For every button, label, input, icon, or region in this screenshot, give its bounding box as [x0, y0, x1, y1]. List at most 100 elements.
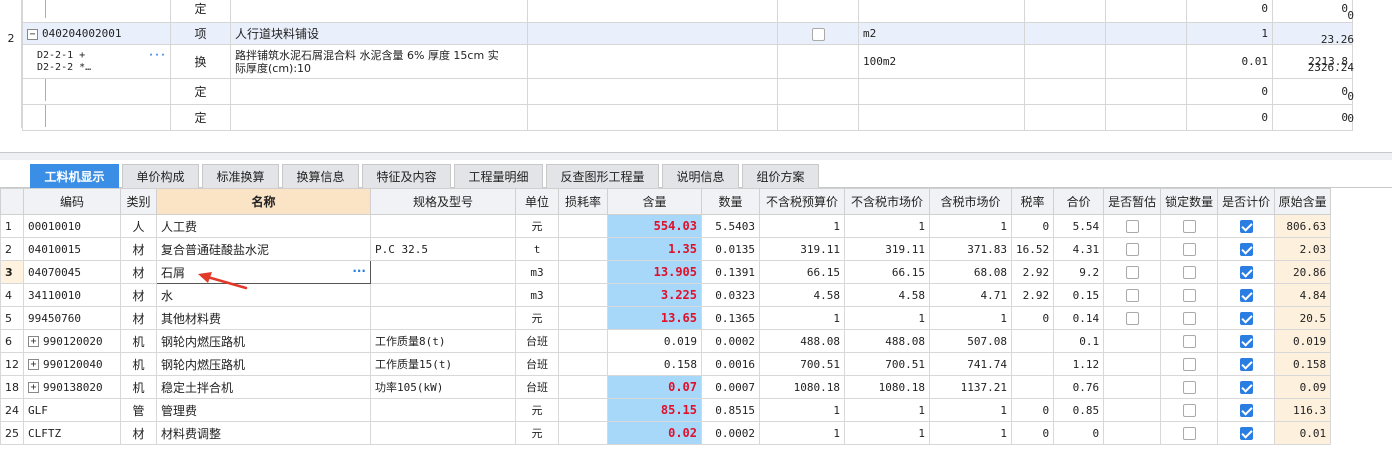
content-cell[interactable]: 0.07	[607, 375, 702, 399]
content-cell[interactable]: 3.225	[607, 283, 702, 307]
code-cell[interactable]: CLFTZ	[23, 421, 121, 445]
estimate-checkbox[interactable]	[1125, 312, 1139, 325]
tax-market-price-cell[interactable]: 4.71	[929, 283, 1012, 307]
unit-cell[interactable]: 台班	[515, 329, 559, 353]
budget-price-cell[interactable]: 319.11	[759, 237, 845, 261]
market-price-cell[interactable]: 1080.18	[844, 375, 930, 399]
market-price-cell[interactable]: 1	[844, 306, 930, 330]
unit-cell[interactable]: m3	[515, 260, 559, 284]
amount-cell[interactable]: 0.0323	[701, 283, 760, 307]
lock-checkbox[interactable]	[1182, 427, 1196, 440]
row-number[interactable]: 2	[0, 237, 24, 261]
code-edit-cell[interactable]: ··· D2-2-1 + D2-2-2 *…	[22, 44, 171, 79]
tab-conversion-info[interactable]: 换算信息	[282, 164, 359, 188]
collapse-icon[interactable]: −	[27, 28, 38, 40]
tax-rate-cell[interactable]: 2.92	[1010, 283, 1055, 307]
priced-checkbox[interactable]	[1239, 358, 1253, 371]
code-cell[interactable]: 04070045	[23, 260, 121, 284]
market-price-cell[interactable]: 1	[844, 214, 930, 238]
tax-market-price-cell[interactable]: 1137.21	[929, 375, 1012, 399]
estimate-checkbox[interactable]	[1125, 243, 1139, 256]
total-cell[interactable]: 5.54	[1053, 214, 1105, 238]
priced-checkbox[interactable]	[1239, 243, 1253, 256]
col-header[interactable]: 单位	[515, 188, 559, 215]
unit-cell[interactable]: m3	[515, 283, 559, 307]
estimate-checkbox[interactable]	[1125, 289, 1139, 302]
tax-rate-cell[interactable]: 2.92	[1010, 260, 1055, 284]
tax-market-price-cell[interactable]: 371.83	[929, 237, 1012, 261]
code-cell[interactable]: 04010015	[23, 237, 121, 261]
spec-cell[interactable]: 工作质量15(t)	[370, 352, 516, 376]
market-price-cell[interactable]: 700.51	[844, 352, 930, 376]
tax-market-price-cell[interactable]: 741.74	[929, 352, 1012, 376]
name-cell[interactable]: ··· 石屑	[156, 260, 371, 284]
tab-reverse-lookup[interactable]: 反查图形工程量	[546, 164, 659, 188]
spec-cell[interactable]	[370, 421, 516, 445]
lock-checkbox[interactable]	[1182, 404, 1196, 417]
unit-cell[interactable]: 元	[515, 306, 559, 330]
total-cell[interactable]: 0.15	[1053, 283, 1105, 307]
original-content-cell[interactable]: 116.3	[1274, 398, 1332, 422]
col-header[interactable]: 数量	[701, 188, 760, 215]
category-cell[interactable]: 人	[120, 214, 157, 238]
upper-row[interactable]: 定 0 0	[22, 104, 1353, 131]
tab-quantity-detail[interactable]: 工程量明细	[454, 164, 543, 188]
amount-cell[interactable]: 0.0002	[701, 421, 760, 445]
name-cell[interactable]: 人工费	[156, 214, 371, 238]
unit-cell[interactable]: 台班	[515, 352, 559, 376]
total-cell[interactable]: 0.76	[1053, 375, 1105, 399]
col-header[interactable]: 合价	[1053, 188, 1105, 215]
tab-features[interactable]: 特征及内容	[362, 164, 451, 188]
tax-rate-cell[interactable]	[1010, 329, 1055, 353]
spec-cell[interactable]: 功率105(kW)	[370, 375, 516, 399]
total-cell[interactable]: 0.1	[1053, 329, 1105, 353]
code-cell[interactable]: 99450760	[23, 306, 121, 330]
name-cell[interactable]: 材料费调整	[156, 421, 371, 445]
category-cell[interactable]: 机	[120, 375, 157, 399]
tab-standard-conversion[interactable]: 标准换算	[202, 164, 279, 188]
loss-rate-cell[interactable]	[558, 214, 608, 238]
original-content-cell[interactable]: 0.158	[1274, 352, 1332, 376]
original-content-cell[interactable]: 20.5	[1274, 306, 1332, 330]
row-number[interactable]: 24	[0, 398, 24, 422]
estimate-checkbox[interactable]	[1125, 266, 1139, 279]
upper-row[interactable]: 定 0 0	[22, 78, 1353, 105]
col-header[interactable]: 类别	[120, 188, 157, 215]
code-cell[interactable]: +990120040	[23, 352, 121, 376]
lock-checkbox[interactable]	[1182, 358, 1196, 371]
original-content-cell[interactable]: 4.84	[1274, 283, 1332, 307]
priced-checkbox[interactable]	[1239, 312, 1253, 325]
name-cell[interactable]: 稳定土拌合机	[156, 375, 371, 399]
tax-market-price-cell[interactable]: 1	[929, 214, 1012, 238]
lock-checkbox[interactable]	[1182, 220, 1196, 233]
category-cell[interactable]: 材	[120, 237, 157, 261]
loss-rate-cell[interactable]	[558, 421, 608, 445]
expand-icon[interactable]: +	[28, 336, 39, 347]
col-header[interactable]: 规格及型号	[370, 188, 516, 215]
total-cell[interactable]: 0.14	[1053, 306, 1105, 330]
unit-cell[interactable]: t	[515, 237, 559, 261]
loss-rate-cell[interactable]	[558, 352, 608, 376]
loss-rate-cell[interactable]	[558, 375, 608, 399]
pane-splitter[interactable]	[0, 152, 1392, 160]
col-header[interactable]: 名称	[156, 188, 371, 215]
category-cell[interactable]: 材	[120, 283, 157, 307]
content-cell[interactable]: 0.019	[607, 329, 702, 353]
col-header[interactable]: 税率	[1010, 188, 1055, 215]
category-cell[interactable]: 机	[120, 329, 157, 353]
tax-market-price-cell[interactable]: 68.08	[929, 260, 1012, 284]
content-cell[interactable]: 554.03	[607, 214, 702, 238]
name-cell[interactable]: 复合普通硅酸盐水泥	[156, 237, 371, 261]
row-number[interactable]: 3	[0, 260, 24, 284]
row-number[interactable]: 4	[0, 283, 24, 307]
table-row[interactable]: 6 +990120020 机钢轮内燃压路机 工作质量8(t) 台班 0.019 0.0002…	[0, 329, 1332, 353]
col-header[interactable]: 含税市场价	[929, 188, 1012, 215]
content-cell[interactable]: 1.35	[607, 237, 702, 261]
row-number[interactable]: 5	[0, 306, 24, 330]
content-cell[interactable]: 85.15	[607, 398, 702, 422]
tab-pricing-scheme[interactable]: 组价方案	[742, 164, 819, 188]
loss-rate-cell[interactable]	[558, 329, 608, 353]
total-cell[interactable]: 0	[1053, 421, 1105, 445]
loss-rate-cell[interactable]	[558, 237, 608, 261]
row-number[interactable]: 25	[0, 421, 24, 445]
